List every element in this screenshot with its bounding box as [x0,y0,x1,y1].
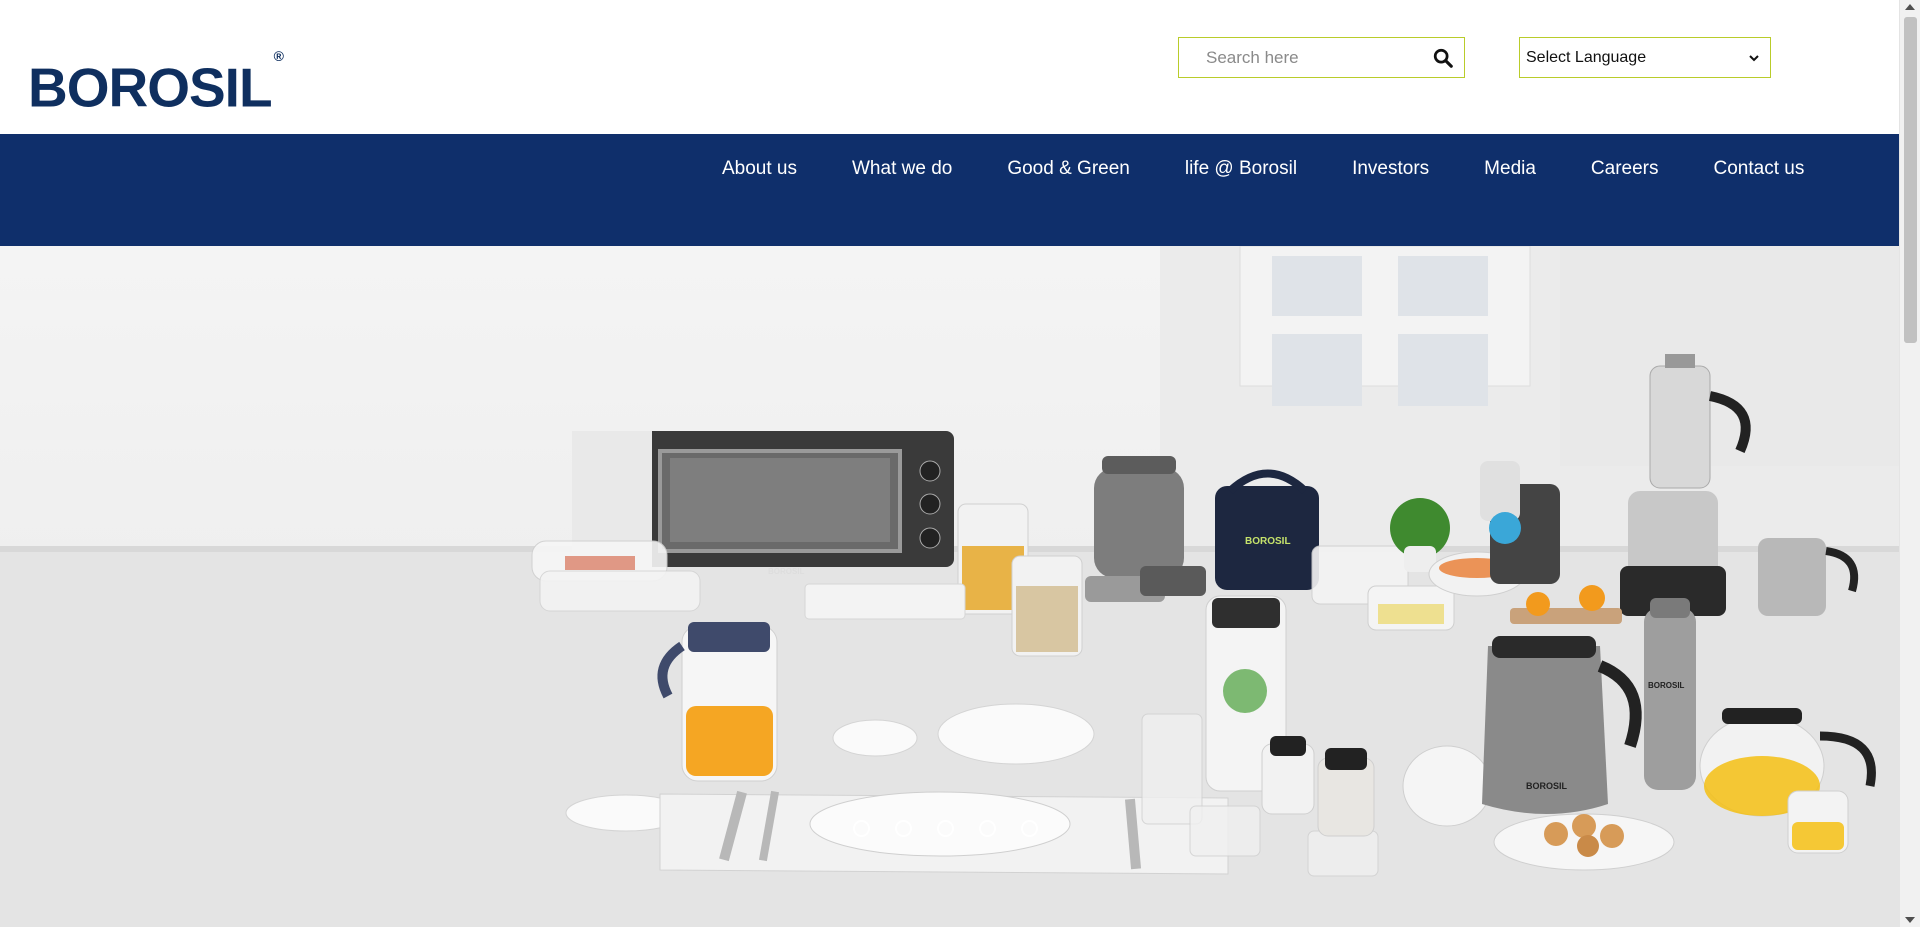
carousel-indicators [853,820,1038,837]
nav-item-careers[interactable]: Careers [1591,158,1659,180]
search-icon[interactable] [1432,47,1454,69]
carousel-dot-1[interactable] [853,820,870,837]
svg-text:BOROSIL: BOROSIL [1526,781,1568,791]
nav-item-what-we-do[interactable]: What we do [852,158,952,180]
search-box [1178,37,1465,78]
svg-text:BOROSIL: BOROSIL [1245,536,1291,547]
language-select[interactable]: Select Language [1519,37,1771,78]
site-header: BOROSIL® Select Language [0,0,1899,134]
nav-item-good-and-green[interactable]: Good & Green [1007,158,1130,180]
scroll-up-arrow-icon[interactable] [1905,4,1915,10]
hero-banner[interactable]: BOROSIL BOROSIL BOROSIL BOROSIL [0,246,1899,927]
main-navigation: About us What we do Good & Green life @ … [0,134,1899,246]
vertical-scrollbar[interactable] [1899,0,1920,927]
carousel-dot-2[interactable] [895,820,912,837]
nav-item-life-at-borosil[interactable]: life @ Borosil [1185,158,1297,180]
nav-item-about-us[interactable]: About us [722,158,797,180]
language-select-label: Select Language [1526,49,1647,66]
page: BOROSIL® Select Language About us What w… [0,0,1920,927]
svg-text:BOROSIL: BOROSIL [1648,681,1685,690]
carousel-dot-3[interactable] [937,820,954,837]
nav-item-investors[interactable]: Investors [1352,158,1429,180]
svg-text:BOROSIL: BOROSIL [768,567,805,576]
carousel-dot-4[interactable] [979,820,996,837]
nav-menu: About us What we do Good & Green life @ … [722,158,1804,180]
nav-item-media[interactable]: Media [1484,158,1536,180]
chevron-down-icon [1749,55,1759,62]
borosil-logo[interactable]: BOROSIL® [28,48,284,119]
scroll-down-arrow-icon[interactable] [1905,917,1915,923]
carousel-dot-5[interactable] [1021,820,1038,837]
scrollbar-thumb[interactable] [1904,17,1917,343]
registered-mark: ® [273,48,284,64]
nav-item-contact-us[interactable]: Contact us [1714,158,1805,180]
logo-text: BOROSIL [28,56,273,119]
search-input[interactable] [1193,38,1423,77]
